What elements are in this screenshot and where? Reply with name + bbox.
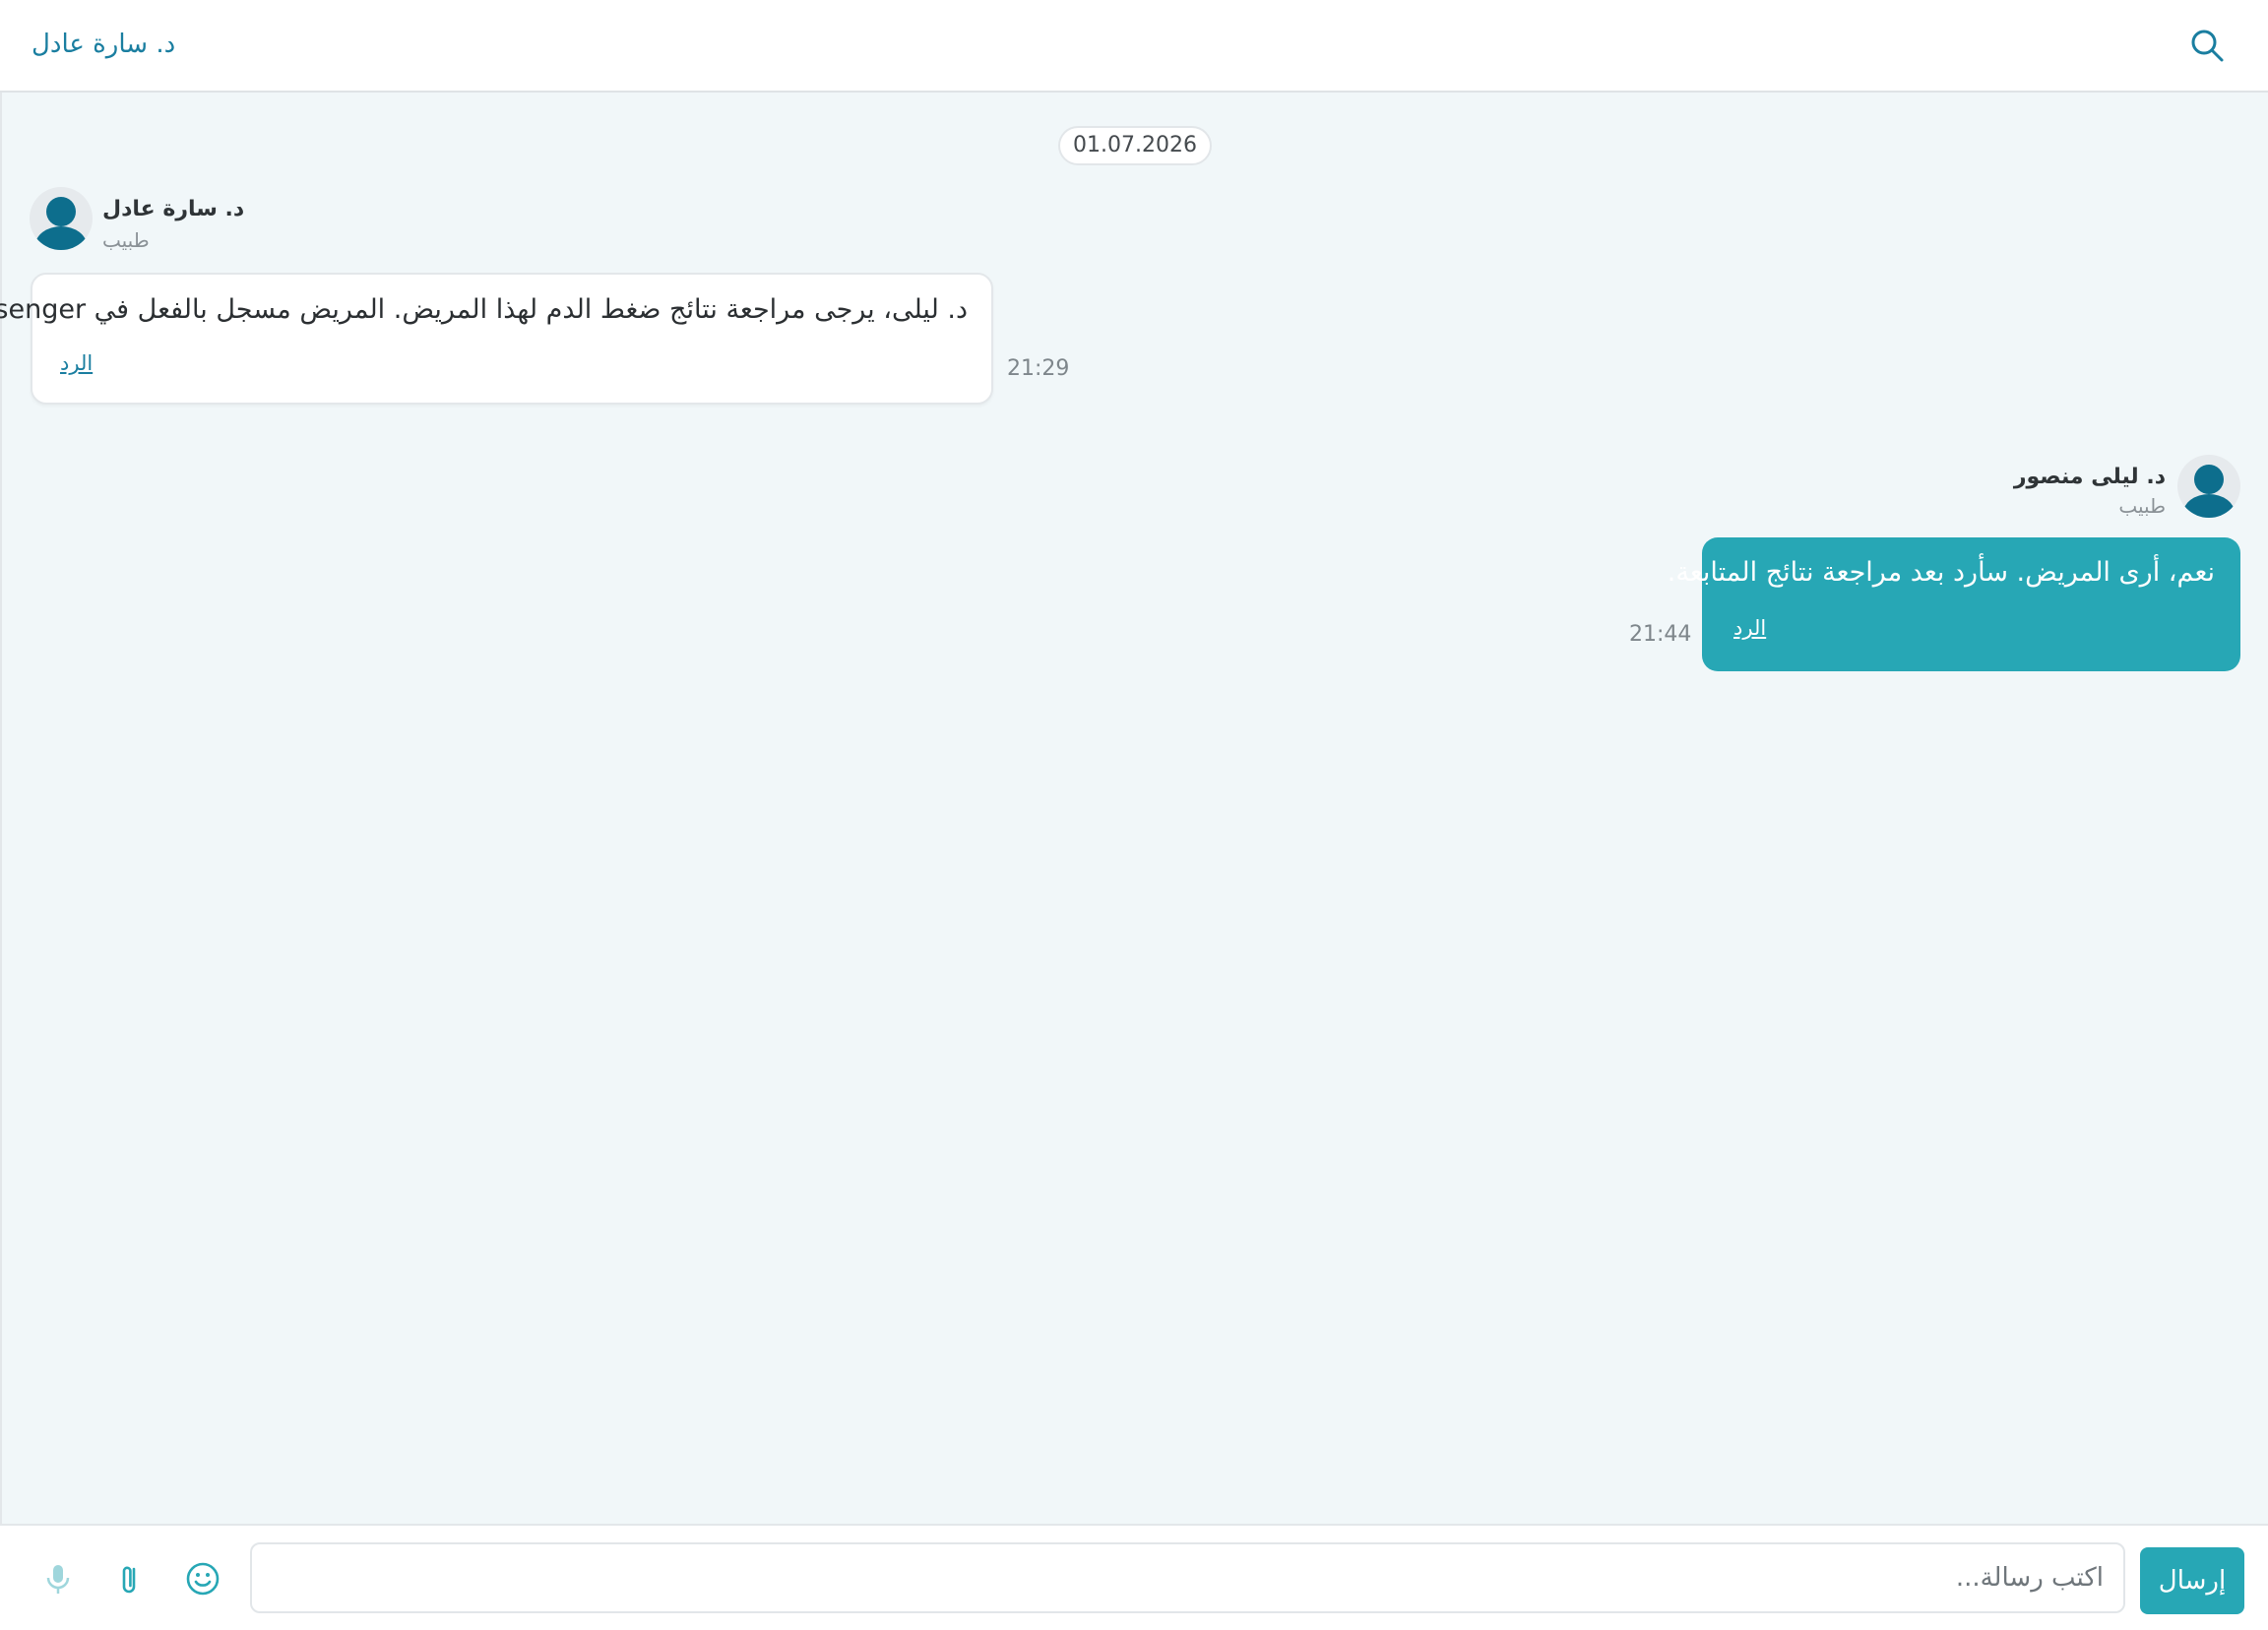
- message-input[interactable]: [250, 1542, 2125, 1613]
- message-text: نعم، أرى المريض. سأرد بعد مراجعة نتائج ا…: [1667, 557, 2215, 588]
- reply-link[interactable]: الرد: [60, 351, 93, 375]
- send-button[interactable]: إرسال: [2140, 1547, 2244, 1614]
- microphone-icon[interactable]: [36, 1557, 80, 1600]
- sender-role: طبيب: [2118, 494, 2166, 518]
- message-time: 21:29: [1007, 356, 1070, 381]
- search-icon[interactable]: [2187, 26, 2227, 65]
- message-time: 21:44: [1629, 622, 1692, 647]
- message-bubble-incoming: د. ليلى، يرجى مراجعة نتائج ضغط الدم لهذا…: [0, 273, 993, 405]
- avatar: [30, 187, 93, 250]
- date-separator: 01.07.2026: [1058, 126, 1212, 165]
- sender-role: طبيب: [102, 228, 150, 252]
- sender-name: د. سارة عادل: [102, 197, 245, 221]
- sender-name: د. ليلى منصور: [2013, 465, 2166, 489]
- message-composer: إرسال: [0, 1524, 2268, 1630]
- reply-link[interactable]: الرد: [1733, 616, 1766, 640]
- avatar: [2177, 455, 2240, 518]
- emoji-icon[interactable]: [181, 1557, 224, 1600]
- chat-title: د. سارة عادل: [32, 30, 176, 59]
- message-bubble-outgoing: نعم، أرى المريض. سأرد بعد مراجعة نتائج ا…: [1668, 537, 2240, 671]
- chat-header: د. سارة عادل: [0, 0, 2268, 93]
- message-text: د. ليلى، يرجى مراجعة نتائج ضغط الدم لهذا…: [0, 294, 968, 325]
- paperclip-icon[interactable]: [108, 1557, 152, 1600]
